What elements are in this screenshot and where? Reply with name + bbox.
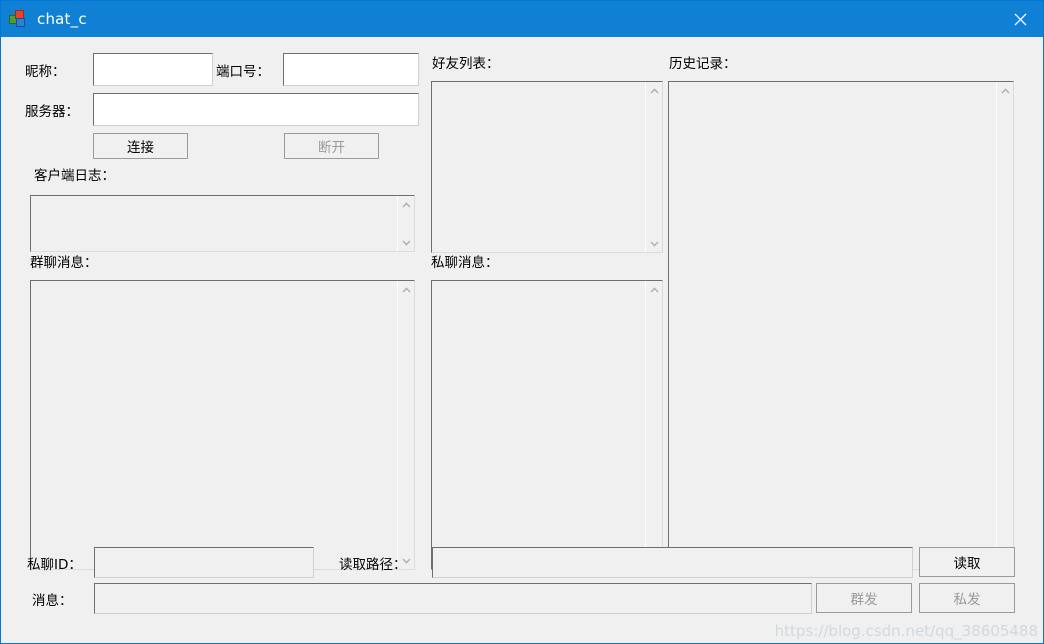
message-input[interactable] xyxy=(94,583,812,614)
client-log-textarea[interactable] xyxy=(30,195,415,252)
scroll-up-icon[interactable] xyxy=(398,281,415,298)
port-label: 端口号： xyxy=(216,64,270,80)
nickname-label: 昵称： xyxy=(25,64,66,80)
close-button[interactable] xyxy=(997,1,1043,37)
read-button[interactable]: 读取 xyxy=(919,547,1015,577)
private-send-button: 私发 xyxy=(919,583,1015,613)
port-input[interactable] xyxy=(283,53,419,86)
friend-list-scrollbar[interactable] xyxy=(645,82,662,252)
history-label: 历史记录： xyxy=(669,56,737,72)
window-title: chat_c xyxy=(37,10,87,28)
client-log-label: 客户端日志： xyxy=(34,168,115,184)
history-scrollbar[interactable] xyxy=(996,82,1013,569)
private-id-label: 私聊ID： xyxy=(27,557,82,573)
scroll-down-icon[interactable] xyxy=(398,234,415,251)
scroll-up-icon[interactable] xyxy=(398,196,415,213)
private-chat-textarea[interactable] xyxy=(431,280,663,570)
group-chat-content xyxy=(31,281,397,569)
read-path-input[interactable] xyxy=(432,547,913,578)
friend-list-label: 好友列表： xyxy=(432,56,500,72)
client-log-content xyxy=(31,196,397,251)
chat-client-window: chat_c 昵称： 端口号： 服务器： 连接 断开 客户端日志： 群聊消息： … xyxy=(0,0,1044,644)
read-path-label: 读取路径： xyxy=(339,557,407,573)
private-chat-content xyxy=(432,281,645,569)
scroll-up-icon[interactable] xyxy=(646,281,663,298)
scroll-down-icon[interactable] xyxy=(646,235,663,252)
server-input[interactable] xyxy=(93,93,419,126)
group-send-button: 群发 xyxy=(816,583,912,613)
message-label: 消息： xyxy=(32,593,73,609)
history-content xyxy=(669,82,996,569)
server-label: 服务器： xyxy=(25,104,79,120)
group-chat-label: 群聊消息： xyxy=(30,255,98,271)
watermark: https://blog.csdn.net/qq_38605488 xyxy=(774,622,1038,640)
history-textarea[interactable] xyxy=(668,81,1014,570)
private-chat-scrollbar[interactable] xyxy=(645,281,662,569)
group-chat-scrollbar[interactable] xyxy=(397,281,414,569)
private-id-input[interactable] xyxy=(94,547,314,578)
connect-button[interactable]: 连接 xyxy=(93,133,188,159)
group-chat-textarea[interactable] xyxy=(30,280,415,570)
nickname-input[interactable] xyxy=(93,53,213,86)
title-bar: chat_c xyxy=(1,1,1043,37)
close-icon xyxy=(1014,13,1026,25)
client-area: 昵称： 端口号： 服务器： 连接 断开 客户端日志： 群聊消息： 好友列表： 私… xyxy=(2,37,1042,642)
scroll-up-icon[interactable] xyxy=(646,82,663,99)
client-log-scrollbar[interactable] xyxy=(397,196,414,251)
friend-list-content xyxy=(432,82,645,252)
vs-project-icon xyxy=(9,10,27,28)
disconnect-button: 断开 xyxy=(284,133,379,159)
scroll-up-icon[interactable] xyxy=(997,82,1014,99)
friend-list-textarea[interactable] xyxy=(431,81,663,253)
private-chat-label: 私聊消息： xyxy=(431,255,499,271)
